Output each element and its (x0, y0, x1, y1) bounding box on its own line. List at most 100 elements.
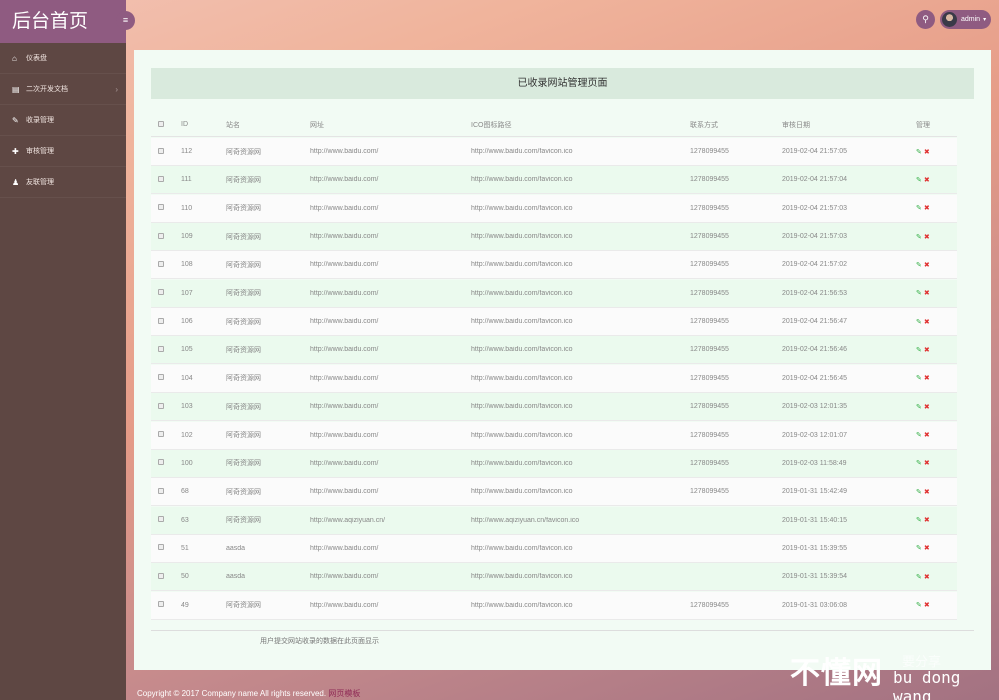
row-checkbox[interactable] (151, 459, 181, 467)
delete-icon[interactable]: ✖ (924, 290, 930, 297)
row-checkbox[interactable] (151, 289, 181, 297)
edit-icon[interactable]: ✎ (916, 149, 922, 156)
row-checkbox[interactable] (151, 431, 181, 439)
checkbox-icon (158, 374, 164, 381)
sidebar-item-review-manage[interactable]: ✚ 审核管理 (0, 136, 126, 167)
cell-actions: ✎ ✖ (916, 488, 957, 496)
cell-ico: http://www.baidu.com/favicon.ico (471, 431, 573, 439)
cell-ico: http://www.baidu.com/favicon.ico (471, 601, 573, 609)
delete-icon[interactable]: ✖ (924, 347, 930, 354)
delete-icon[interactable]: ✖ (924, 205, 930, 212)
edit-icon[interactable]: ✎ (916, 177, 922, 184)
edit-icon[interactable]: ✎ (916, 602, 922, 609)
dev-docs-icon: ▤ (12, 84, 20, 94)
sidebar-nav: ⌂ 仪表盘 ▤ 二次开发文档 › ✎ 收录管理 ✚ 审核管理 ♟ 友联管理 (0, 43, 126, 198)
delete-icon[interactable]: ✖ (924, 319, 930, 326)
edit-icon[interactable]: ✎ (916, 545, 922, 552)
sidebar-item-label: 审核管理 (26, 148, 54, 155)
dashboard-icon: ⌂ (12, 53, 17, 63)
sidebar-item-dev-docs[interactable]: ▤ 二次开发文档 › (0, 74, 126, 105)
delete-icon[interactable]: ✖ (924, 545, 930, 552)
row-checkbox[interactable] (151, 317, 181, 326)
template-link[interactable]: 网页模板 (328, 689, 360, 698)
cell-id: 103 (181, 403, 193, 411)
menu-toggle-icon[interactable]: ≡ (116, 11, 135, 30)
table-row: 102 阿奇资源网 http://www.baidu.com/http://www.… (151, 421, 957, 450)
cell-url: http://www.baidu.com/ (310, 289, 379, 297)
cell-actions: ✎ ✖ (916, 148, 957, 156)
row-checkbox[interactable] (151, 260, 181, 269)
cell-id: 109 (181, 233, 193, 241)
cell-id: 106 (181, 318, 193, 326)
edit-icon[interactable]: ✎ (916, 205, 922, 212)
cell-actions: ✎ ✖ (916, 289, 957, 297)
row-checkbox[interactable] (151, 402, 181, 411)
edit-icon[interactable]: ✎ (916, 404, 922, 411)
row-checkbox[interactable] (151, 374, 181, 382)
row-checkbox[interactable] (151, 544, 181, 552)
checkbox-icon (158, 487, 164, 494)
table-row: 111 阿奇资源网 http://www.baidu.com/http://www.… (151, 166, 957, 195)
delete-icon[interactable]: ✖ (924, 574, 930, 581)
cell-contact: 1278099455 (690, 374, 729, 382)
cell-id: 111 (181, 176, 192, 184)
edit-icon[interactable]: ✎ (916, 574, 922, 581)
cell-date: 2019-02-04 21:57:05 (782, 148, 847, 155)
brand-title[interactable]: 后台首页 (0, 0, 126, 43)
delete-icon[interactable]: ✖ (924, 234, 930, 241)
delete-icon[interactable]: ✖ (924, 602, 930, 609)
search-icon[interactable]: ⚲ (916, 10, 935, 29)
delete-icon[interactable]: ✖ (924, 460, 930, 467)
cell-ico: http://www.baidu.com/favicon.ico (471, 233, 573, 241)
edit-icon[interactable]: ✎ (916, 460, 922, 467)
cell-ico: http://www.baidu.com/favicon.ico (471, 176, 573, 184)
cell-actions: ✎ ✖ (916, 374, 957, 382)
delete-icon[interactable]: ✖ (924, 517, 930, 524)
sidebar-item-dashboard[interactable]: ⌂ 仪表盘 (0, 43, 126, 74)
checkbox-icon (158, 204, 164, 211)
cell-ico: http://www.baidu.com/favicon.ico (471, 289, 573, 297)
cell-contact: 1278099455 (690, 488, 729, 496)
edit-icon[interactable]: ✎ (916, 262, 922, 269)
edit-icon[interactable]: ✎ (916, 517, 922, 524)
row-checkbox[interactable] (151, 516, 181, 524)
edit-icon[interactable]: ✎ (916, 347, 922, 354)
sidebar-item-inclusion-manage[interactable]: ✎ 收录管理 (0, 105, 126, 136)
cell-name: 阿奇资源网 (226, 318, 261, 326)
cell-contact: 1278099455 (690, 204, 729, 212)
row-checkbox[interactable] (151, 601, 181, 609)
row-checkbox[interactable] (151, 175, 181, 184)
cell-ico: http://www.baidu.com/favicon.ico (471, 204, 573, 212)
cell-name: 阿奇资源网 (226, 602, 261, 610)
cell-name: 阿奇资源网 (226, 346, 261, 354)
row-checkbox[interactable] (151, 487, 181, 496)
row-checkbox[interactable] (151, 232, 181, 241)
edit-icon[interactable]: ✎ (916, 290, 922, 297)
column-header-manage: 管理 (916, 121, 930, 129)
delete-icon[interactable]: ✖ (924, 375, 930, 382)
cell-name: 阿奇资源网 (226, 432, 261, 439)
edit-icon[interactable]: ✎ (916, 234, 922, 241)
edit-icon[interactable]: ✎ (916, 319, 922, 326)
cell-date: 2019-01-31 15:39:55 (782, 544, 847, 552)
delete-icon[interactable]: ✖ (924, 262, 930, 269)
delete-icon[interactable]: ✖ (924, 432, 930, 439)
user-menu-button[interactable]: admin ▾ (940, 10, 991, 29)
row-checkbox[interactable] (151, 204, 181, 212)
delete-icon[interactable]: ✖ (924, 489, 930, 496)
row-checkbox[interactable] (151, 572, 181, 581)
sidebar-item-label: 友联管理 (26, 179, 54, 186)
sidebar-item-label: 仪表盘 (26, 55, 47, 62)
checkbox-icon (158, 402, 164, 409)
edit-icon[interactable]: ✎ (916, 432, 922, 439)
sidebar-item-friendlink-manage[interactable]: ♟ 友联管理 (0, 167, 126, 198)
delete-icon[interactable]: ✖ (924, 177, 930, 184)
edit-icon[interactable]: ✎ (916, 375, 922, 382)
delete-icon[interactable]: ✖ (924, 149, 930, 156)
row-checkbox[interactable] (151, 147, 181, 156)
cell-ico: http://www.baidu.com/favicon.ico (471, 488, 573, 496)
delete-icon[interactable]: ✖ (924, 404, 930, 411)
row-checkbox[interactable] (151, 345, 181, 354)
edit-icon[interactable]: ✎ (916, 489, 922, 496)
select-all-checkbox[interactable] (151, 120, 181, 129)
